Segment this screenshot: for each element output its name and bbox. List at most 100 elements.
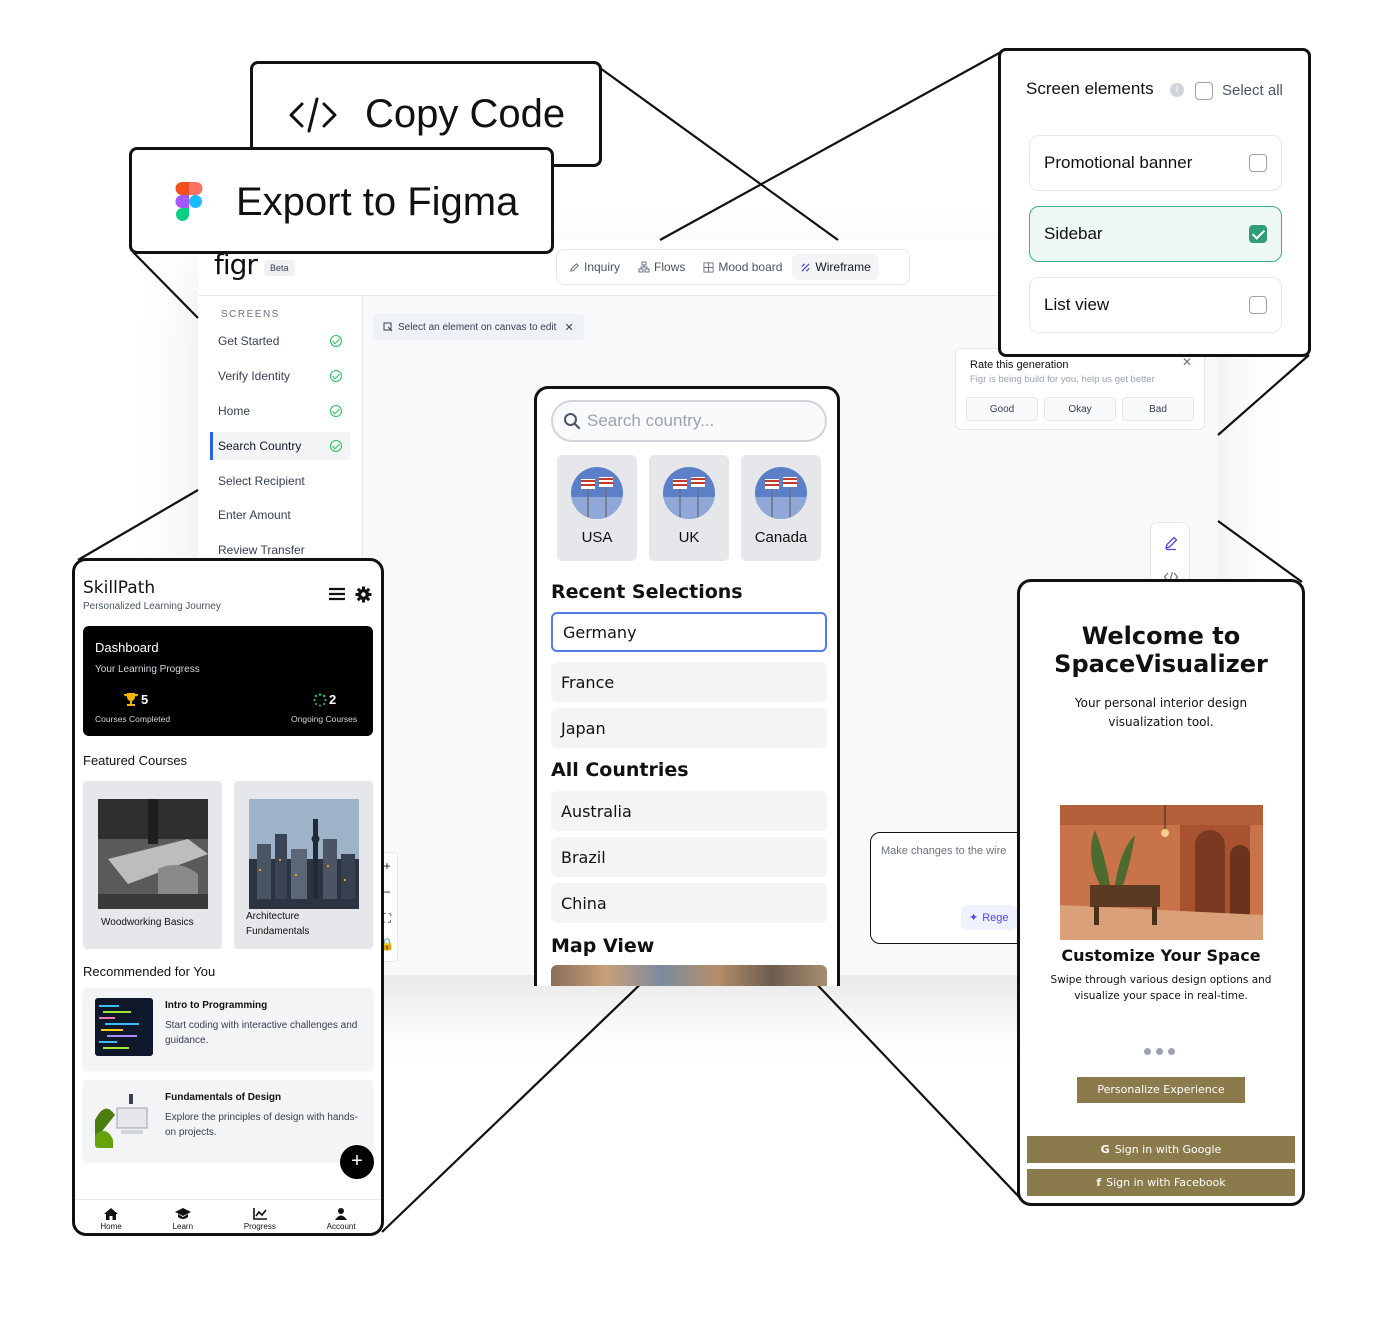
app-subtitle: Personalized Learning Journey [83, 601, 221, 612]
search-country-screen: Search country... USA UK Canada Recent S… [534, 386, 840, 986]
course-card-woodworking[interactable]: Woodworking Basics [83, 781, 222, 949]
select-all-label[interactable]: Select all [1222, 82, 1283, 99]
nav-label: Learn [172, 1222, 194, 1231]
list-item-france[interactable]: France [551, 662, 827, 702]
facebook-signin-label: Sign in with Facebook [1106, 1176, 1226, 1189]
country-card-canada[interactable]: Canada [741, 455, 821, 561]
prompt-box[interactable]: Make changes to the wire ✦ Rege [870, 832, 1030, 944]
figma-logo-icon [175, 182, 203, 221]
recent-selections-heading: Recent Selections [551, 581, 743, 603]
info-icon[interactable]: i [1170, 83, 1184, 97]
element-checkbox[interactable] [1249, 154, 1267, 172]
prompt-placeholder: Make changes to the wire [881, 845, 1007, 857]
regenerate-button[interactable]: ✦ Rege [961, 905, 1017, 930]
flag-image [663, 467, 715, 519]
nav-progress[interactable]: Progress [244, 1208, 276, 1231]
tab-wireframe[interactable]: Wireframe [792, 254, 879, 280]
tab-flows[interactable]: Flows [630, 254, 693, 280]
element-checkbox[interactable] [1249, 225, 1267, 243]
gear-icon[interactable] [355, 586, 372, 603]
completed-label: Courses Completed [95, 714, 171, 724]
list-item-australia[interactable]: Australia [551, 791, 827, 831]
screen-elements-panel: Screen elements i Select all Promotional… [998, 48, 1311, 357]
country-card-usa[interactable]: USA [557, 455, 637, 561]
wireframe-icon [801, 262, 811, 272]
element-option-label: Promotional banner [1044, 153, 1193, 172]
export-figma-label: Export to Figma [236, 180, 519, 224]
facebook-signin-button[interactable]: f Sign in with Facebook [1027, 1169, 1295, 1196]
welcome-title-line: SpaceVisualizer [1054, 650, 1268, 678]
hamburger-menu-icon[interactable] [329, 587, 345, 601]
sidebar-item-enter-amount[interactable]: Enter Amount [210, 501, 350, 529]
user-icon [335, 1208, 348, 1220]
export-figma-button[interactable]: Export to Figma [129, 147, 554, 254]
list-item-china[interactable]: China [551, 883, 827, 923]
course-card-architecture[interactable]: Architecture Fundamentals [234, 781, 373, 949]
dashboard-subtitle: Your Learning Progress [95, 664, 200, 675]
search-input[interactable]: Search country... [551, 400, 827, 442]
carousel-dot[interactable] [1144, 1048, 1151, 1055]
code-icon [289, 97, 337, 133]
screen-elements-title: Screen elements [1026, 79, 1154, 98]
code-screen-image [95, 998, 153, 1056]
ongoing-label: Ongoing Courses [291, 714, 358, 724]
element-option-label: List view [1044, 295, 1110, 314]
course-title-line: Fundamentals [246, 926, 310, 937]
list-item-japan[interactable]: Japan [551, 708, 827, 748]
rate-okay-button[interactable]: Okay [1044, 397, 1116, 421]
carousel-dots[interactable] [1144, 1048, 1175, 1055]
nav-home[interactable]: Home [100, 1208, 122, 1231]
recommended-title: Intro to Programming [165, 1000, 268, 1011]
element-option-sidebar[interactable]: Sidebar [1029, 206, 1282, 262]
sidebar-item-get-started[interactable]: Get Started [210, 327, 350, 355]
google-signin-button[interactable]: G Sign in with Google [1027, 1136, 1295, 1163]
list-item-brazil[interactable]: Brazil [551, 837, 827, 877]
carousel-dot[interactable] [1156, 1048, 1163, 1055]
sidebar-item-label: Search Country [218, 439, 302, 453]
spacevisualizer-screen: Welcome to SpaceVisualizer Your personal… [1017, 579, 1305, 1206]
recommended-desc: Explore the principles of design with ha… [165, 1112, 358, 1138]
element-checkbox[interactable] [1249, 296, 1267, 314]
course-title-line: Architecture [246, 911, 300, 922]
google-signin-label: Sign in with Google [1114, 1143, 1222, 1156]
country-name: UK [678, 529, 700, 546]
dashboard-card[interactable]: Dashboard Your Learning Progress 5 Cours… [83, 626, 373, 736]
recommended-item-programming[interactable]: Intro to Programming Start coding with i… [83, 988, 373, 1070]
sidebar-item-label: Home [218, 404, 251, 418]
spinner-icon [313, 692, 327, 706]
rate-bad-button[interactable]: Bad [1122, 397, 1194, 421]
sidebar-item-verify-identity[interactable]: Verify Identity [210, 362, 350, 390]
interior-image[interactable] [1060, 805, 1263, 940]
grid-icon [703, 261, 714, 273]
close-icon[interactable]: ✕ [1182, 355, 1192, 369]
tab-mood-board[interactable]: Mood board [695, 254, 790, 280]
rate-good-button[interactable]: Good [966, 397, 1038, 421]
course-title: Woodworking Basics [101, 917, 194, 928]
edit-hint-chip[interactable]: Select an element on canvas to edit ✕ [373, 314, 584, 340]
edit-pen-icon[interactable] [1163, 535, 1179, 551]
list-item-germany[interactable]: Germany [551, 612, 827, 652]
regenerate-label: Rege [982, 911, 1009, 924]
country-card-uk[interactable]: UK [649, 455, 729, 561]
map-view-image[interactable] [551, 965, 827, 986]
element-option-list-view[interactable]: List view [1029, 277, 1282, 333]
personalize-button[interactable]: Personalize Experience [1077, 1077, 1245, 1103]
rate-generation-panel: Rate this generation Figr is being build… [955, 348, 1205, 430]
tab-inquiry[interactable]: Inquiry [561, 254, 628, 280]
recommended-item-design[interactable]: Fundamentals of Design Explore the princ… [83, 1080, 373, 1162]
completed-stat: 5 [123, 692, 148, 707]
select-all-checkbox[interactable] [1195, 82, 1213, 100]
nav-learn[interactable]: Learn [173, 1208, 193, 1231]
bottom-nav: Home Learn Progress Account [75, 1199, 381, 1233]
pen-icon [570, 262, 579, 272]
nav-label: Progress [243, 1222, 276, 1231]
sidebar-item-select-recipient[interactable]: Select Recipient [210, 467, 350, 495]
sidebar-item-search-country[interactable]: Search Country [210, 432, 350, 460]
add-button[interactable]: + [340, 1145, 374, 1179]
carousel-dot[interactable] [1168, 1048, 1175, 1055]
sidebar-item-home[interactable]: Home [210, 397, 350, 425]
element-option-promotional-banner[interactable]: Promotional banner [1029, 135, 1282, 191]
close-icon[interactable]: ✕ [564, 321, 573, 334]
nav-account[interactable]: Account [327, 1208, 356, 1231]
sidebar-item-label: Enter Amount [218, 508, 291, 522]
